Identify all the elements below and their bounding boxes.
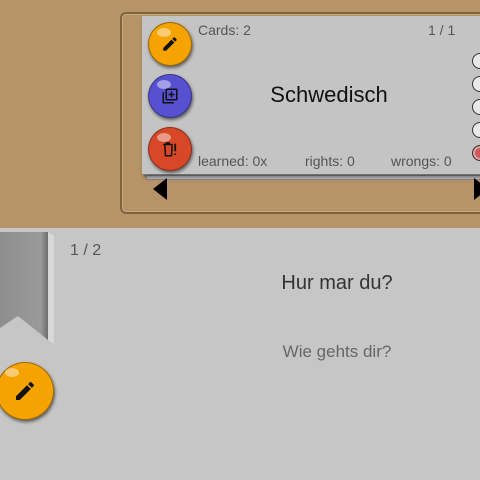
deck-page-indicator: 1 / 1 xyxy=(428,22,456,38)
copy-deck-button[interactable] xyxy=(148,74,192,118)
card-count: Cards: 2 xyxy=(198,22,251,38)
card-page-indicator: 1 / 2 xyxy=(70,242,102,259)
edit-deck-button[interactable] xyxy=(148,22,192,66)
pencil-icon xyxy=(16,381,34,400)
copy-icon xyxy=(162,88,178,104)
delete-icon xyxy=(163,142,177,157)
delete-deck-button[interactable] xyxy=(148,127,192,171)
card-question: Hur mar du? xyxy=(281,272,393,294)
previous-arrow-icon[interactable] xyxy=(151,176,169,202)
pencil-icon xyxy=(163,37,177,51)
bookmark-ribbon-icon xyxy=(0,232,54,344)
card-answer: Wie gehts dir? xyxy=(282,342,392,361)
deck-area: Cards: 2 1 / 1 Schwedisch learned: 0x ri… xyxy=(0,0,480,228)
deck-title: Schwedisch xyxy=(270,82,388,107)
next-arrow-icon[interactable] xyxy=(472,176,480,202)
edit-card-button[interactable] xyxy=(0,362,54,420)
learned-count: learned: 0x xyxy=(198,153,268,169)
rights-count: rights: 0 xyxy=(305,153,355,169)
deck-card[interactable]: Cards: 2 1 / 1 Schwedisch learned: 0x ri… xyxy=(142,16,480,174)
wrongs-count: wrongs: 0 xyxy=(391,153,452,169)
card-view-panel: 1 / 2 Hur mar du? Wie gehts dir? xyxy=(0,228,480,480)
